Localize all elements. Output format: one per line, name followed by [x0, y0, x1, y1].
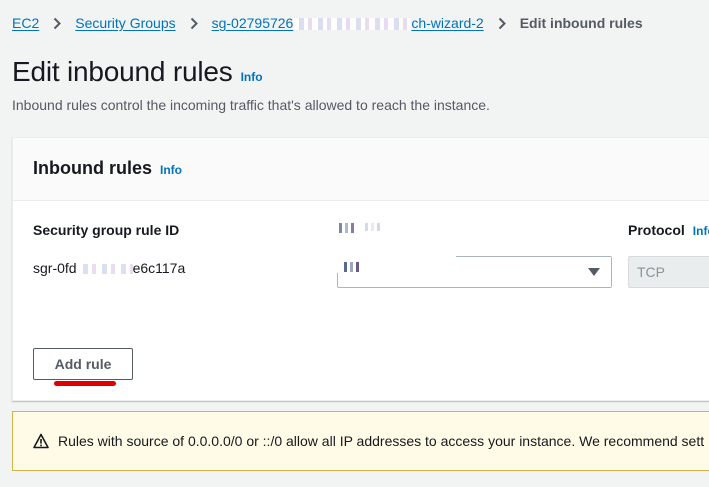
redacted-text [339, 223, 359, 233]
column-header-protocol: Protocol Info [628, 222, 709, 238]
breadcrumb: EC2 Security Groups sg-02795726 ch-wizard… [12, 14, 643, 32]
type-select[interactable] [337, 256, 612, 288]
protocol-info-link[interactable]: Info [693, 224, 709, 238]
alert-text: Rules with source of 0.0.0.0/0 or ::/0 a… [58, 433, 705, 449]
security-group-name-suffix: ch-wizard-2 [411, 15, 484, 31]
warning-icon [33, 433, 49, 449]
redacted-text [344, 262, 368, 272]
security-group-id-prefix: sg-02795726 [211, 15, 294, 31]
page-info-link[interactable]: Info [241, 70, 263, 84]
panel-title-group: Inbound rules Info [33, 158, 182, 179]
panel-info-link[interactable]: Info [160, 163, 182, 177]
breadcrumb-current: Edit inbound rules [519, 15, 643, 31]
redacted-text [76, 264, 133, 275]
panel-header: Inbound rules Info [13, 138, 709, 201]
breadcrumb-link-ec2[interactable]: EC2 [12, 15, 39, 31]
rule-id-suffix: e6c117a [132, 260, 186, 276]
rule-id-prefix: sgr-0fd [33, 260, 77, 276]
page-header: Edit inbound rules Info [12, 56, 263, 88]
page-title: Edit inbound rules [12, 56, 233, 87]
inbound-rules-panel: Inbound rules Info Security group rule I… [12, 137, 709, 401]
caret-down-icon [588, 268, 600, 276]
breadcrumb-link-security-groups[interactable]: Security Groups [75, 15, 175, 31]
redacted-text [293, 18, 412, 31]
annotation-underline [54, 381, 116, 386]
protocol-field: TCP [628, 256, 709, 288]
breadcrumb-link-security-group[interactable]: sg-02795726 ch-wizard-2 [212, 15, 484, 31]
redacted-text [365, 223, 383, 231]
add-rule-button[interactable]: Add rule [33, 348, 133, 380]
protocol-label: Protocol [628, 222, 685, 238]
chevron-right-icon [52, 16, 62, 30]
rule-id-value: sgr-0fd e6c117a [33, 260, 185, 276]
page-description: Inbound rules control the incoming traff… [12, 97, 490, 113]
column-header-rule-id: Security group rule ID [33, 222, 180, 238]
chevron-right-icon [497, 16, 507, 30]
chevron-right-icon [189, 16, 199, 30]
panel-title: Inbound rules [33, 158, 152, 178]
warning-alert: Rules with source of 0.0.0.0/0 or ::/0 a… [12, 411, 709, 471]
